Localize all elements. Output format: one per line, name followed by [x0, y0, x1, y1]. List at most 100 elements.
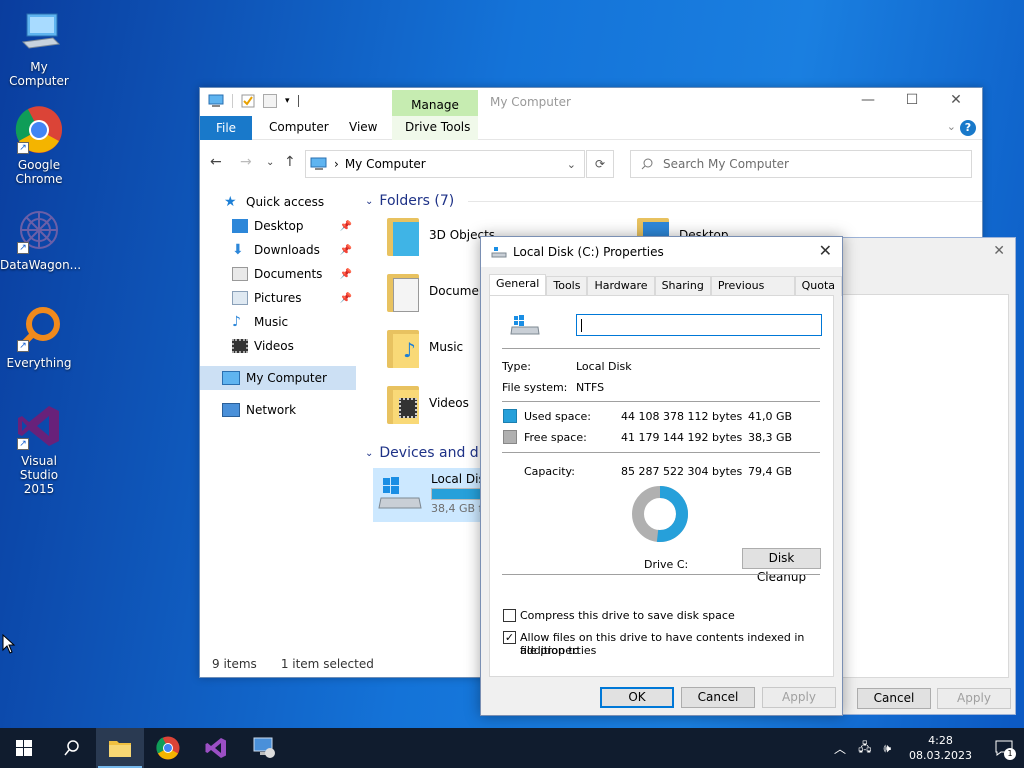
sidebar-item-documents[interactable]: Documents 📌: [200, 262, 356, 286]
breadcrumb-my-computer[interactable]: My Computer: [345, 157, 426, 171]
compress-label: Compress this drive to save disk space: [520, 609, 735, 622]
chrome-icon: ↗: [15, 106, 63, 154]
shortcut-arrow-icon: ↗: [17, 242, 29, 254]
disk-usage-donut: [632, 486, 688, 542]
notification-center-button[interactable]: 1: [984, 728, 1024, 768]
taskbar-chrome[interactable]: [144, 728, 192, 768]
cancel-button[interactable]: Cancel: [681, 687, 755, 708]
sidebar-item-downloads[interactable]: ⬇ Downloads 📌: [200, 238, 356, 262]
desktop-icon-label: Google Chrome: [15, 158, 63, 186]
computer-icon: [222, 371, 240, 385]
everything-icon: ↗: [15, 304, 63, 352]
breadcrumb-separator: ›: [334, 157, 339, 171]
drive-name-input[interactable]: [576, 314, 822, 336]
tab-hardware[interactable]: Hardware: [587, 276, 655, 296]
folder-item-3d-objects[interactable]: 3D Objects: [385, 216, 495, 258]
clock-time: 4:28: [928, 734, 953, 747]
tab-tools[interactable]: Tools: [546, 276, 588, 296]
search-icon: [64, 740, 79, 756]
folders-group-header[interactable]: ⌄ Folders (7): [365, 190, 982, 212]
customize-qat-icon[interactable]: ▾: [285, 96, 290, 106]
windows-drive-icon: [510, 315, 540, 335]
compress-checkbox[interactable]: [503, 609, 516, 622]
notification-badge: 1: [1004, 748, 1016, 760]
desktop-icon-label: My Computer: [9, 60, 69, 88]
tab-view[interactable]: View: [349, 120, 377, 134]
properties-tabs: General Tools Hardware Sharing Previous …: [489, 274, 842, 310]
folder-item-documents[interactable]: Documen: [385, 272, 486, 314]
folder-item-music[interactable]: ♪ Music: [385, 328, 463, 370]
taskbar-remote-app[interactable]: [240, 728, 288, 768]
disk-cleanup-button[interactable]: Disk Cleanup: [742, 548, 821, 584]
download-arrow-icon: ⬇: [232, 242, 244, 258]
properties-check-icon[interactable]: [241, 94, 255, 108]
new-folder-icon[interactable]: [263, 94, 277, 108]
index-checkbox[interactable]: ✓: [503, 631, 516, 644]
pin-icon[interactable]: 📌: [340, 269, 352, 280]
tab-sharing[interactable]: Sharing: [654, 276, 711, 296]
pin-icon[interactable]: 📌: [340, 293, 352, 304]
drive-letter-label: Drive C:: [644, 558, 689, 571]
tab-quota[interactable]: Quota: [794, 276, 842, 296]
search-input[interactable]: Search My Computer: [630, 150, 972, 178]
desktop-icon-visual-studio[interactable]: ↗ Visual Studio 2015: [0, 402, 78, 496]
help-icon[interactable]: ?: [960, 120, 976, 136]
chrome-icon: [156, 736, 180, 760]
sidebar-item-network[interactable]: Network: [200, 398, 356, 422]
pin-icon[interactable]: 📌: [340, 245, 352, 256]
sidebar-item-desktop[interactable]: Desktop 📌: [200, 214, 356, 238]
desktop-icon-everything[interactable]: ↗ Everything: [0, 304, 78, 370]
show-hidden-icons-icon[interactable]: ︿: [834, 740, 846, 757]
tab-general[interactable]: General: [489, 274, 547, 296]
desktop-icon-chrome[interactable]: ↗ Google Chrome: [0, 106, 78, 186]
sidebar-item-my-computer[interactable]: My Computer: [200, 366, 356, 390]
minimize-button[interactable]: —: [846, 92, 890, 108]
back-button[interactable]: ←: [210, 154, 222, 170]
close-button[interactable]: ✕: [934, 92, 978, 108]
manage-tab[interactable]: Manage: [392, 90, 478, 118]
volume-icon[interactable]: 🕪: [883, 741, 891, 756]
taskbar-search-button[interactable]: [48, 728, 96, 768]
refresh-button[interactable]: ⟳: [586, 150, 614, 178]
pin-icon[interactable]: 📌: [340, 221, 352, 232]
content-pane: ⌄ Folders (7) 3D Objects Desktop Documen…: [365, 190, 982, 522]
chevron-down-icon: ⌄: [365, 447, 374, 459]
tab-previous-versions[interactable]: Previous Versions: [710, 276, 795, 310]
tab-drive-tools[interactable]: Drive Tools: [405, 120, 470, 134]
background-cancel-button[interactable]: Cancel: [857, 688, 931, 709]
desktop-icon-datawagon[interactable]: ↗ DataWagon...: [0, 206, 81, 272]
sidebar-item-quick-access[interactable]: ★ Quick access: [200, 190, 356, 214]
desktop-icon-my-computer[interactable]: My Computer: [0, 8, 78, 88]
clock[interactable]: 4:28 08.03.2023: [909, 733, 972, 763]
tab-computer[interactable]: Computer: [269, 120, 329, 134]
maximize-button[interactable]: ☐: [890, 92, 934, 108]
taskbar-file-explorer[interactable]: [96, 728, 144, 768]
start-button[interactable]: [0, 728, 48, 768]
datawagon-icon: ↗: [15, 206, 63, 254]
expand-ribbon-icon[interactable]: ⌄: [947, 120, 956, 133]
address-dropdown-icon[interactable]: ⌄: [567, 158, 576, 171]
taskbar-visual-studio[interactable]: [192, 728, 240, 768]
folder-item-videos[interactable]: Videos: [385, 384, 469, 426]
file-system-value: NTFS: [576, 381, 605, 394]
properties-title: Local Disk (C:) Properties: [513, 245, 664, 259]
sidebar-item-pictures[interactable]: Pictures 📌: [200, 286, 356, 310]
remote-desktop-icon: [253, 737, 275, 758]
network-tray-icon[interactable]: 🖧: [858, 738, 871, 759]
apply-button[interactable]: Apply: [762, 687, 836, 708]
sidebar-item-music[interactable]: ♪ Music: [200, 310, 356, 334]
address-bar[interactable]: › My Computer ⌄: [305, 150, 585, 178]
recent-locations-icon[interactable]: ⌄: [266, 157, 274, 168]
sidebar-item-videos[interactable]: Videos: [200, 334, 356, 358]
address-row: ← → ⌄ ↑ › My Computer ⌄ ⟳ Search My Comp…: [200, 140, 982, 184]
tab-file[interactable]: File: [200, 116, 252, 140]
close-icon[interactable]: ✕: [819, 241, 832, 260]
background-apply-button[interactable]: Apply: [937, 688, 1011, 709]
ok-button[interactable]: OK: [600, 687, 674, 708]
file-system-label: File system:: [502, 381, 568, 394]
drive-small-icon: [491, 247, 507, 258]
up-button[interactable]: ↑: [284, 154, 296, 170]
search-icon: [641, 158, 653, 170]
background-dialog-close-icon[interactable]: ✕: [993, 243, 1005, 259]
forward-button[interactable]: →: [240, 154, 252, 170]
